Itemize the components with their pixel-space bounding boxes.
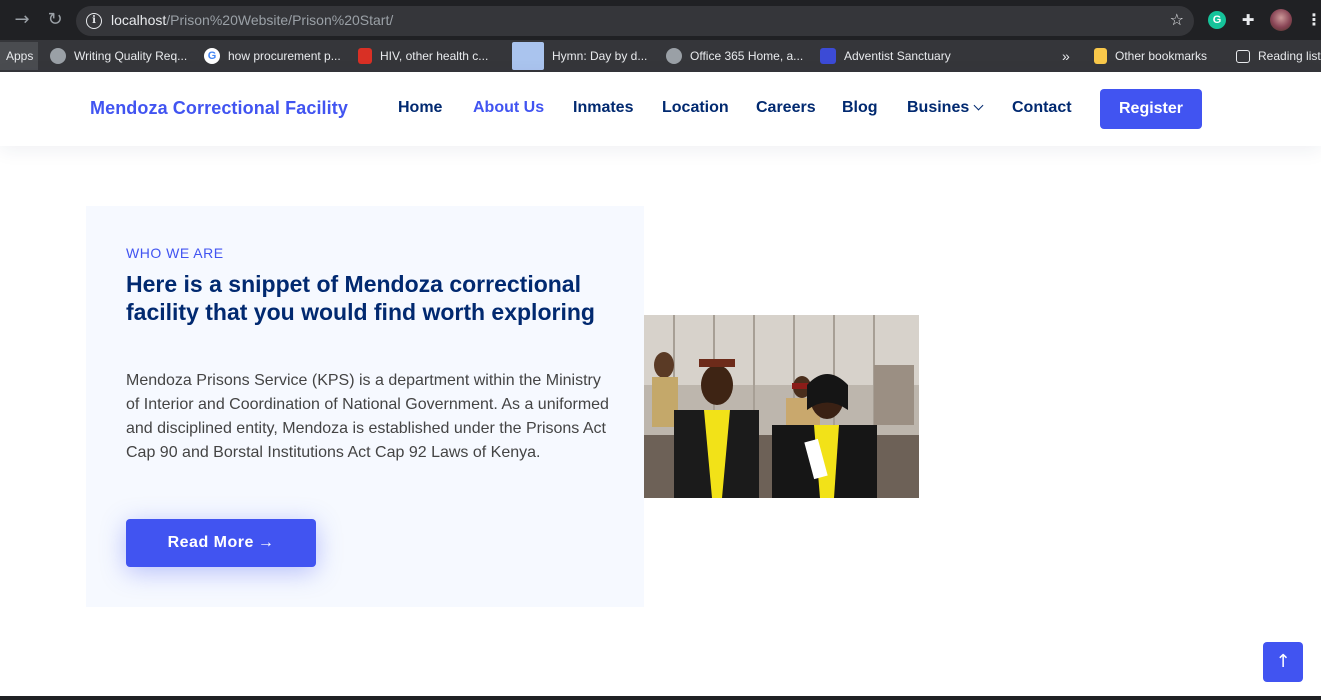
site-info-icon[interactable]: i [86,13,102,29]
reload-icon[interactable]: ↻ [44,9,66,31]
nav-busines-dropdown[interactable]: Busines [907,99,984,117]
globe-icon [50,48,66,64]
scroll-to-top-button[interactable]: ↑ [1263,642,1303,682]
bookmark-item[interactable]: Office 365 Home, a... [666,40,803,72]
other-bookmarks[interactable]: Other bookmarks [1094,40,1207,72]
profile-avatar[interactable] [1270,9,1292,31]
chevron-down-icon [973,100,984,111]
nav-contact[interactable]: Contact [1012,99,1072,117]
site-logo[interactable]: Mendoza Correctional Facility [90,98,348,119]
reading-list[interactable]: Reading list [1236,40,1321,72]
bookmark-item[interactable]: Hymn: Day by d... [512,40,647,72]
site-header: Mendoza Correctional Facility Home About… [0,72,1321,146]
nav-blog[interactable]: Blog [842,99,878,117]
bookmarks-bar: Apps Writing Quality Req... G how procur… [0,40,1321,72]
about-section: WHO WE ARE Here is a snippet of Mendoza … [86,206,644,607]
forward-arrow-icon[interactable]: → [11,9,33,31]
nav-home[interactable]: Home [398,99,442,117]
browser-toolbar: → ↻ i localhost/Prison%20Website/Prison%… [0,0,1321,40]
nav-inmates[interactable]: Inmates [573,99,633,117]
extensions-puzzle-icon[interactable]: ✚ [1239,11,1257,29]
nav-location[interactable]: Location [662,99,729,117]
arrow-up-icon: ↑ [1275,651,1291,672]
google-g-icon: G [204,48,220,64]
grammarly-extension-icon[interactable]: G [1208,11,1226,29]
hymn-thumbnail-icon [512,42,544,70]
sanctuary-icon [820,48,836,64]
section-eyebrow: WHO WE ARE [126,245,224,261]
bookmarks-overflow-icon[interactable]: » [1062,40,1070,72]
browser-menu-icon[interactable]: ⋮ [1306,11,1321,29]
bookmark-item[interactable]: G how procurement p... [204,40,341,72]
red-bookmark-icon [358,48,372,64]
bookmark-item[interactable]: Writing Quality Req... [50,40,187,72]
arrow-right-icon: → [257,534,275,551]
bookmark-star-icon[interactable]: ☆ [1170,10,1184,29]
nav-careers[interactable]: Careers [756,99,816,117]
bookmark-item[interactable]: HIV, other health c... [358,40,488,72]
globe-icon [666,48,682,64]
section-paragraph: Mendoza Prisons Service (KPS) is a depar… [126,372,609,461]
reading-list-icon [1236,49,1250,63]
section-headline: Here is a snippet of Mendoza correctiona… [126,271,595,325]
bookmark-apps[interactable]: Apps [0,42,38,70]
nav-about-us[interactable]: About Us [473,99,544,117]
bookmark-item[interactable]: Adventist Sanctuary [820,40,951,72]
read-more-button[interactable]: Read More → [126,519,316,567]
register-button[interactable]: Register [1100,89,1202,129]
graduates-illustration [644,315,919,498]
graduates-photo [644,315,919,498]
folder-icon [1094,48,1107,64]
address-bar[interactable]: i localhost/Prison%20Website/Prison%20St… [76,6,1194,36]
taskbar-strip [0,696,1321,700]
url-text[interactable]: localhost/Prison%20Website/Prison%20Star… [111,12,393,28]
